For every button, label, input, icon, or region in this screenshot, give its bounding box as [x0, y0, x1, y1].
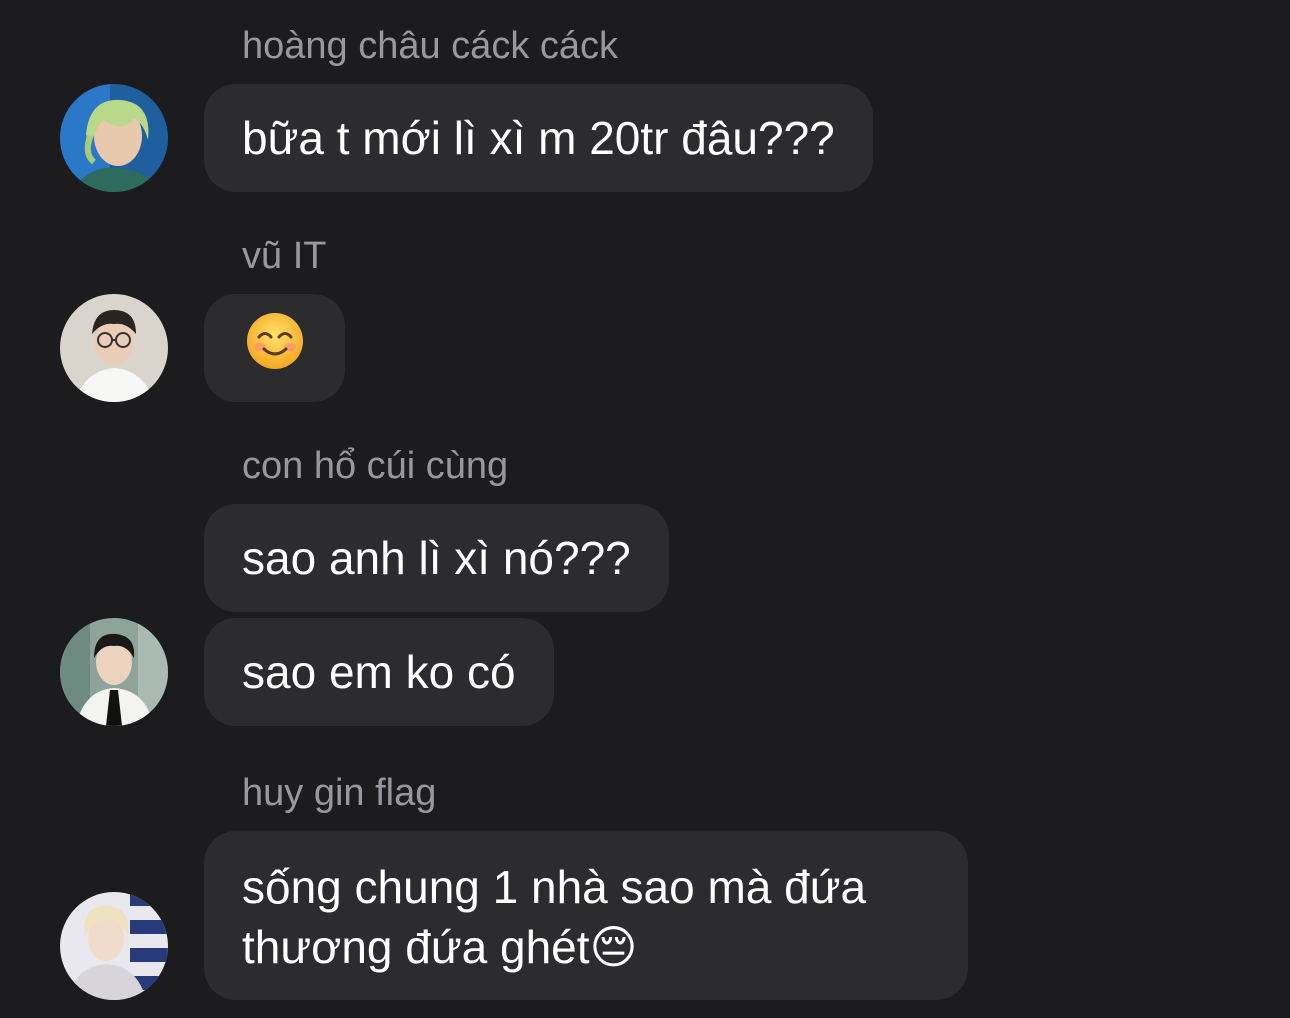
avatar-photo-suit-tie-icon: [60, 618, 168, 726]
avatar-hoang-chau[interactable]: [60, 84, 168, 192]
message-text: sao em ko có: [242, 646, 516, 698]
avatar-photo-green-hair-icon: [60, 84, 168, 192]
sender-name: huy gin flag: [242, 772, 437, 814]
sender-name: con hổ cúi cùng: [242, 445, 509, 487]
smiling-face-emoji: [245, 311, 305, 385]
avatar-vu-it[interactable]: [60, 294, 168, 402]
sender-name: vũ IT: [242, 235, 327, 277]
smiling-face-icon: [246, 313, 303, 369]
message-bubble[interactable]: 😊: [204, 294, 345, 402]
avatar-huy-gin[interactable]: [60, 892, 168, 1000]
message-text-multiline: sống chung 1 nhà sao mà đứa thương đứa g…: [242, 857, 866, 977]
message-bubble[interactable]: sao em ko có: [204, 618, 554, 726]
avatar-photo-glasses-icon: [60, 294, 168, 402]
message-bubble[interactable]: bữa t mới lì xì m 20tr đâu???: [204, 84, 873, 192]
sender-name: hoàng châu các​k các​k: [242, 25, 619, 67]
message-text: sao anh lì xì nó???: [242, 532, 631, 584]
avatar-photo-blond-icon: [60, 892, 168, 1000]
message-bubble[interactable]: sao anh lì xì nó???: [204, 504, 669, 612]
message-text: bữa t mới lì xì m 20tr đâu???: [242, 112, 835, 164]
message-line: sống chung 1 nhà sao mà đứa: [242, 861, 867, 913]
message-line: thương đứa ghét😔: [242, 921, 638, 973]
message-bubble[interactable]: sống chung 1 nhà sao mà đứa thương đứa g…: [204, 831, 968, 1000]
avatar-con-ho[interactable]: [60, 618, 168, 726]
